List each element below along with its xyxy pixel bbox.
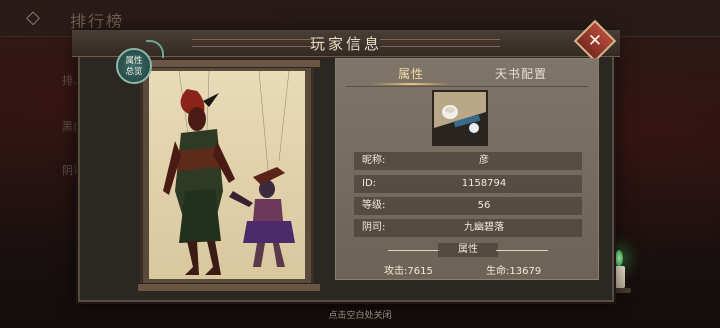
hp-stat: 生命:13679 xyxy=(486,266,542,277)
background-title: 排行榜 xyxy=(70,12,125,31)
info-row-nickname: 昵称: 彦 xyxy=(354,152,582,170)
nickname-value: 彦 xyxy=(479,155,489,166)
attribute-section-label: 属性 xyxy=(438,243,498,257)
player-avatar xyxy=(432,90,488,146)
tab-attributes[interactable]: 属性 xyxy=(361,63,461,85)
character-portrait-frame xyxy=(137,59,321,292)
level-label: 等级: xyxy=(362,200,386,211)
back-icon: ◇ xyxy=(26,7,40,28)
tab-book-config[interactable]: 天书配置 xyxy=(471,63,571,85)
attribute-overview-badge[interactable]: 属性总览 xyxy=(116,40,164,84)
shadow-puppet-portrait xyxy=(149,71,305,279)
attribute-section-divider: 属性 xyxy=(388,243,548,257)
info-row-level: 等级: 56 xyxy=(354,197,582,215)
info-panel: 属性 天书配置 昵称: 彦 ID: 1158794 等级: 56 阴司: 九幽碧… xyxy=(335,58,599,280)
avatar-image-icon xyxy=(434,92,486,144)
info-row-faction: 阴司: 九幽碧落 xyxy=(354,219,582,237)
shadow-puppet-figures-icon xyxy=(163,71,295,275)
faction-label: 阴司: xyxy=(362,222,386,233)
attribute-overview-label: 属性总览 xyxy=(125,56,143,77)
close-icon: ✕ xyxy=(587,31,603,51)
id-value: 1158794 xyxy=(461,178,507,189)
id-label: ID: xyxy=(362,178,377,189)
nickname-label: 昵称: xyxy=(362,155,386,166)
close-hint: 点击空白处关闭 xyxy=(328,311,392,321)
info-row-id: ID: 1158794 xyxy=(354,175,582,193)
faction-value: 九幽碧落 xyxy=(464,222,504,233)
attack-stat: 攻击:7615 xyxy=(384,266,433,277)
level-value: 56 xyxy=(477,200,491,211)
